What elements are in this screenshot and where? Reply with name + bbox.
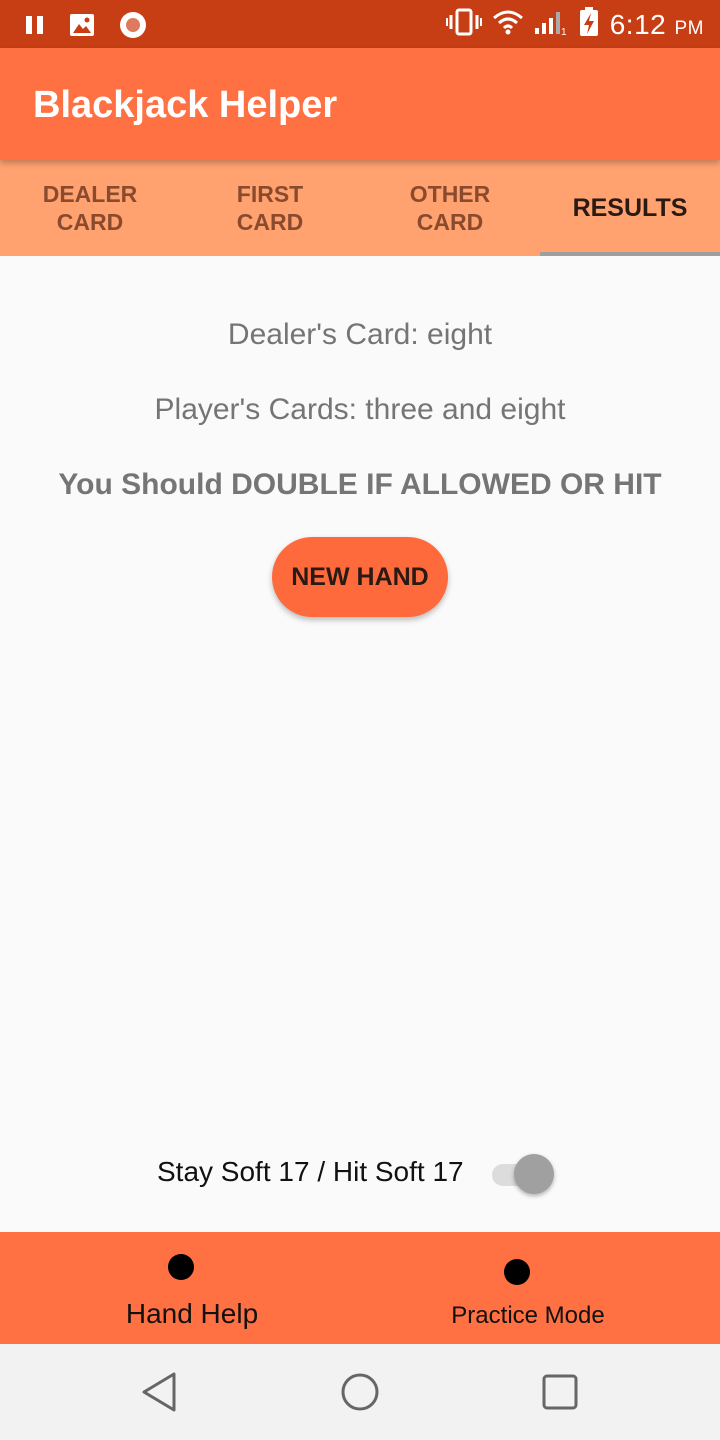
- battery-charging-icon: [578, 6, 600, 43]
- clock-ampm: PM: [674, 17, 704, 39]
- tab-results-label: RESULTS: [572, 194, 688, 222]
- tab-other-card[interactable]: OTHER CARD: [360, 160, 540, 256]
- advice-text: You Should DOUBLE IF ALLOWED OR HIT: [58, 468, 662, 501]
- tab-results[interactable]: RESULTS: [540, 160, 720, 256]
- home-icon[interactable]: [336, 1368, 384, 1416]
- record-icon: [118, 10, 148, 45]
- results-panel: Dealer's Card: eight Player's Cards: thr…: [0, 256, 720, 1232]
- dot-icon: [168, 1254, 194, 1280]
- tab-other-card-line2: CARD: [416, 209, 484, 235]
- tab-dealer-card[interactable]: DEALER CARD: [0, 160, 180, 256]
- nav-practice-mode[interactable]: Practice Mode: [360, 1232, 720, 1344]
- image-icon: [68, 11, 96, 44]
- tab-first-card[interactable]: FIRST CARD: [180, 160, 360, 256]
- wifi-icon: [492, 8, 524, 41]
- tab-dealer-card-line2: CARD: [56, 209, 124, 235]
- new-hand-button[interactable]: NEW HAND: [272, 537, 448, 617]
- soft17-switch[interactable]: [490, 1154, 558, 1194]
- recents-icon[interactable]: [536, 1368, 584, 1416]
- status-bar: 1 6:12 PM: [0, 0, 720, 48]
- tab-other-card-line1: OTHER: [409, 181, 491, 207]
- tab-first-card-line1: FIRST: [236, 181, 304, 207]
- tab-first-card-line2: CARD: [236, 209, 304, 235]
- nav-hand-help[interactable]: Hand Help: [0, 1232, 360, 1344]
- pause-icon: [24, 12, 46, 43]
- player-cards-text: Player's Cards: three and eight: [154, 393, 566, 426]
- dot-icon: [504, 1259, 530, 1285]
- tab-dealer-card-line1: DEALER: [42, 181, 138, 207]
- clock: 6:12 PM: [610, 9, 704, 41]
- back-icon[interactable]: [136, 1368, 184, 1416]
- vibrate-icon: [445, 7, 482, 42]
- system-navigation-bar: [0, 1344, 720, 1440]
- soft17-toggle-row: Stay Soft 17 / Hit Soft 17: [0, 1152, 720, 1196]
- nav-hand-help-label: Hand Help: [125, 1298, 259, 1329]
- bottom-navigation: Hand Help Practice Mode: [0, 1232, 720, 1344]
- switch-thumb: [514, 1154, 554, 1194]
- sim-label: 1: [561, 27, 567, 36]
- clock-time: 6:12: [609, 8, 667, 40]
- tab-bar: DEALER CARD FIRST CARD OTHER CARD RESULTS: [0, 160, 720, 256]
- app-bar: Blackjack Helper: [0, 48, 720, 160]
- soft17-toggle-label: Stay Soft 17 / Hit Soft 17: [157, 1156, 464, 1187]
- app-title: Blackjack Helper: [33, 84, 338, 126]
- signal-icon: 1: [534, 8, 568, 41]
- dealer-card-text: Dealer's Card: eight: [227, 318, 493, 351]
- nav-practice-mode-label: Practice Mode: [451, 1302, 605, 1329]
